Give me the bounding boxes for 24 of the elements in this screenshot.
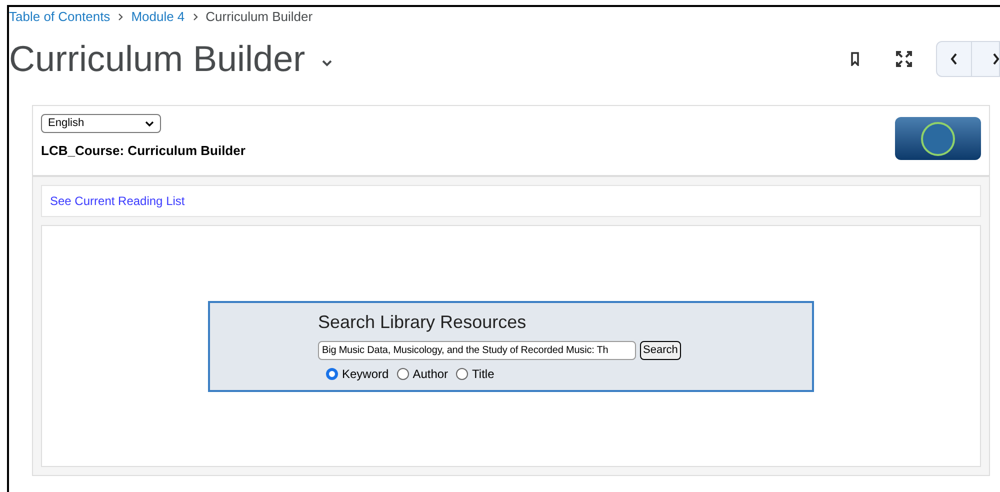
chevron-left-icon — [950, 53, 958, 65]
search-field[interactable]: Big Music Data, Musicology, and the Study of Recorded Music: Th — [318, 340, 636, 360]
page-title: Curriculum Builder — [9, 41, 306, 77]
chevron-right-icon — [118, 13, 124, 21]
bookmark-icon[interactable] — [850, 52, 860, 66]
radio-label: Keyword — [342, 366, 389, 382]
chevron-down-icon — [145, 120, 154, 126]
radio-label: Title — [472, 366, 494, 382]
chevron-right-icon — [993, 53, 999, 65]
fullscreen-icon[interactable] — [896, 51, 912, 67]
radio-button[interactable] — [326, 368, 338, 380]
radio-button[interactable] — [396, 368, 409, 380]
breadcrumb-link[interactable]: Table of Contents — [9, 7, 110, 27]
breadcrumb-current: Curriculum Builder — [206, 8, 313, 26]
chevron-down-icon[interactable] — [321, 59, 334, 67]
breadcrumb-link[interactable]: Module 4 — [131, 7, 185, 27]
search-heading: Search Library Resources — [318, 310, 528, 334]
chevron-right-icon — [192, 13, 198, 21]
search-button[interactable]: Search — [640, 340, 681, 360]
radio-button[interactable] — [456, 368, 468, 380]
reading-list-link[interactable]: See Current Reading List — [50, 192, 185, 210]
course-title: LCB_Course: Curriculum Builder — [41, 142, 246, 160]
radio-label: Author — [412, 366, 448, 382]
language-select[interactable]: English — [41, 114, 161, 133]
